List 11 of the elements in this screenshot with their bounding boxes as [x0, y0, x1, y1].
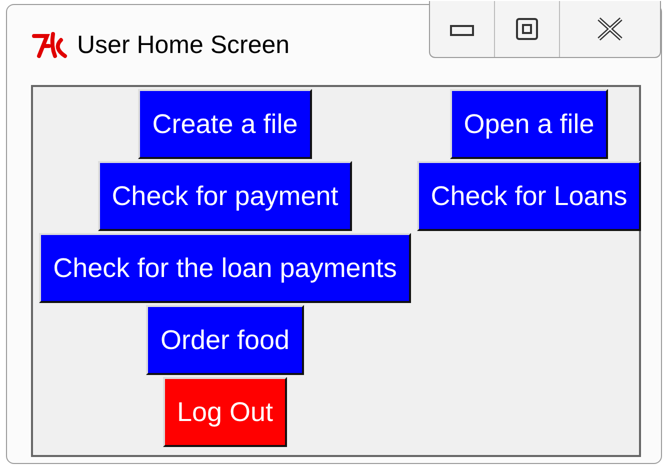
action-button[interactable]: Log Out	[162, 377, 288, 447]
action-button[interactable]: Order food	[146, 305, 304, 375]
action-button[interactable]: Create a file	[138, 89, 312, 159]
minimize-icon	[450, 22, 474, 36]
action-button[interactable]: Check for payment	[98, 161, 352, 231]
close-icon	[597, 17, 623, 41]
action-button[interactable]: Check for Loans	[416, 161, 642, 231]
action-button[interactable]: Check for the loan payments	[39, 233, 411, 303]
maximize-icon	[516, 18, 538, 40]
window-title: User Home Screen	[77, 30, 290, 60]
action-button[interactable]: Open a file	[450, 89, 608, 159]
